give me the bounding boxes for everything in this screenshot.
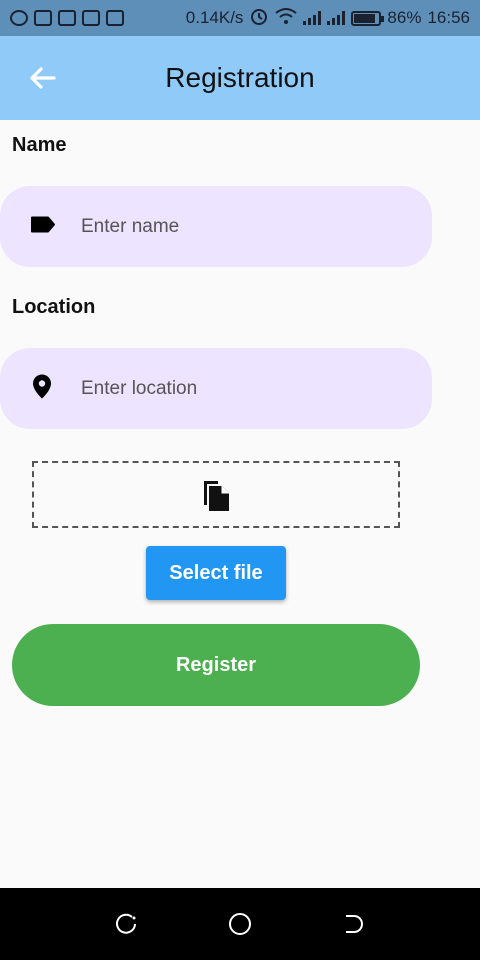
location-pin-icon xyxy=(32,373,52,404)
name-label: Name xyxy=(12,134,67,156)
location-field-container[interactable] xyxy=(0,348,432,429)
select-file-button[interactable]: Select file xyxy=(146,546,286,600)
alarm-icon xyxy=(249,6,269,31)
mail-icon xyxy=(58,10,76,26)
system-nav-bar xyxy=(0,888,480,960)
back-button[interactable] xyxy=(24,62,60,94)
signal-2-icon xyxy=(327,11,346,25)
app-bar: Registration xyxy=(0,36,480,120)
network-speed: 0.14K/s xyxy=(185,8,244,27)
name-input[interactable] xyxy=(81,186,411,267)
register-button[interactable]: Register xyxy=(12,624,420,706)
battery-percent: 86% xyxy=(387,8,422,27)
tshirt-icon xyxy=(34,10,52,26)
status-notification-icons xyxy=(10,10,124,26)
label-tag-icon xyxy=(30,215,56,238)
location-input[interactable] xyxy=(81,348,411,429)
battery-icon xyxy=(351,10,385,26)
status-bar: 0.14K/s 86% 16:56 xyxy=(0,0,480,36)
arrow-left-icon xyxy=(30,67,56,89)
image-icon xyxy=(82,10,100,26)
whatsapp-icon xyxy=(10,10,28,26)
back-icon[interactable] xyxy=(333,904,373,944)
home-icon[interactable] xyxy=(220,904,260,944)
file-copy-icon xyxy=(204,480,229,511)
name-field-container[interactable] xyxy=(0,186,432,267)
clock: 16:56 xyxy=(427,8,470,27)
wifi-icon xyxy=(275,7,298,30)
recent-apps-icon[interactable] xyxy=(107,904,147,944)
file-drop-area[interactable] xyxy=(32,461,400,528)
signal-icon xyxy=(303,11,322,25)
lock-icon xyxy=(106,10,124,26)
location-label: Location xyxy=(12,296,96,318)
battery-fill xyxy=(354,13,376,23)
page-title: Registration xyxy=(165,62,315,93)
